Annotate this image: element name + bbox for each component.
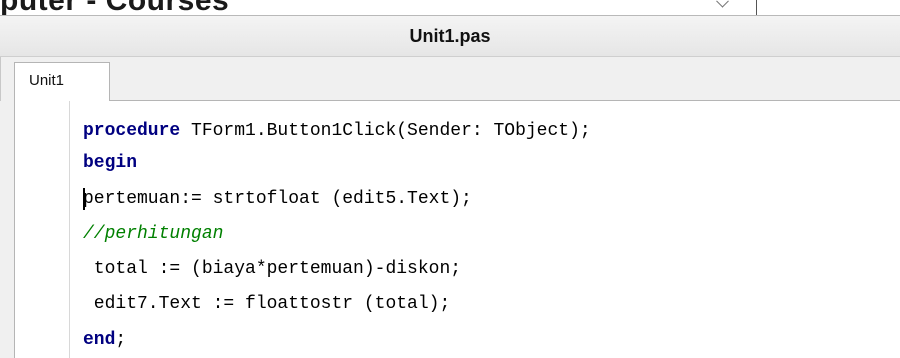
divider xyxy=(756,0,757,16)
code-line-3[interactable]: pertemuan:= strtofloat (edit5.Text); xyxy=(83,184,472,214)
code-editor[interactable]: procedure TForm1.Button1Click(Sender: TO… xyxy=(14,101,900,358)
editor-title-bar: Unit1.pas xyxy=(0,16,900,57)
code-line-6[interactable]: edit7.Text := floattostr (total); xyxy=(83,289,450,319)
keyword-end: end xyxy=(83,330,116,350)
tab-label: Unit1 xyxy=(29,72,65,89)
code-line-2[interactable]: begin xyxy=(83,148,137,178)
code-text: TForm1.Button1Click(Sender: TObject); xyxy=(180,121,591,141)
code-line-5[interactable]: total := (biaya*pertemuan)-diskon; xyxy=(83,254,461,284)
window-title: Unit1.pas xyxy=(409,26,491,46)
tab-strip: Unit1 xyxy=(0,57,900,102)
background-window-title: puter - Courses xyxy=(0,0,229,16)
code-text: edit7.Text := floattostr (total); xyxy=(83,294,451,314)
tab-unit1[interactable]: Unit1 xyxy=(14,62,110,102)
keyword-procedure: procedure xyxy=(83,121,181,141)
code-line-7[interactable]: end; xyxy=(83,325,126,355)
divider xyxy=(0,57,1,101)
code-line-4[interactable]: //perhitungan xyxy=(83,219,223,249)
code-comment: //perhitungan xyxy=(83,224,224,244)
keyword-begin: begin xyxy=(83,153,138,173)
code-line-1[interactable]: procedure TForm1.Button1Click(Sender: TO… xyxy=(83,116,591,146)
code-text: pertemuan:= strtofloat (edit5.Text); xyxy=(83,189,472,209)
chevron-down-icon[interactable] xyxy=(716,0,729,8)
code-text: total := (biaya*pertemuan)-diskon; xyxy=(83,259,462,279)
background-window-strip: puter - Courses xyxy=(0,0,900,16)
editor-gutter xyxy=(15,101,70,358)
text-caret xyxy=(83,188,85,210)
code-text: ; xyxy=(115,330,127,350)
